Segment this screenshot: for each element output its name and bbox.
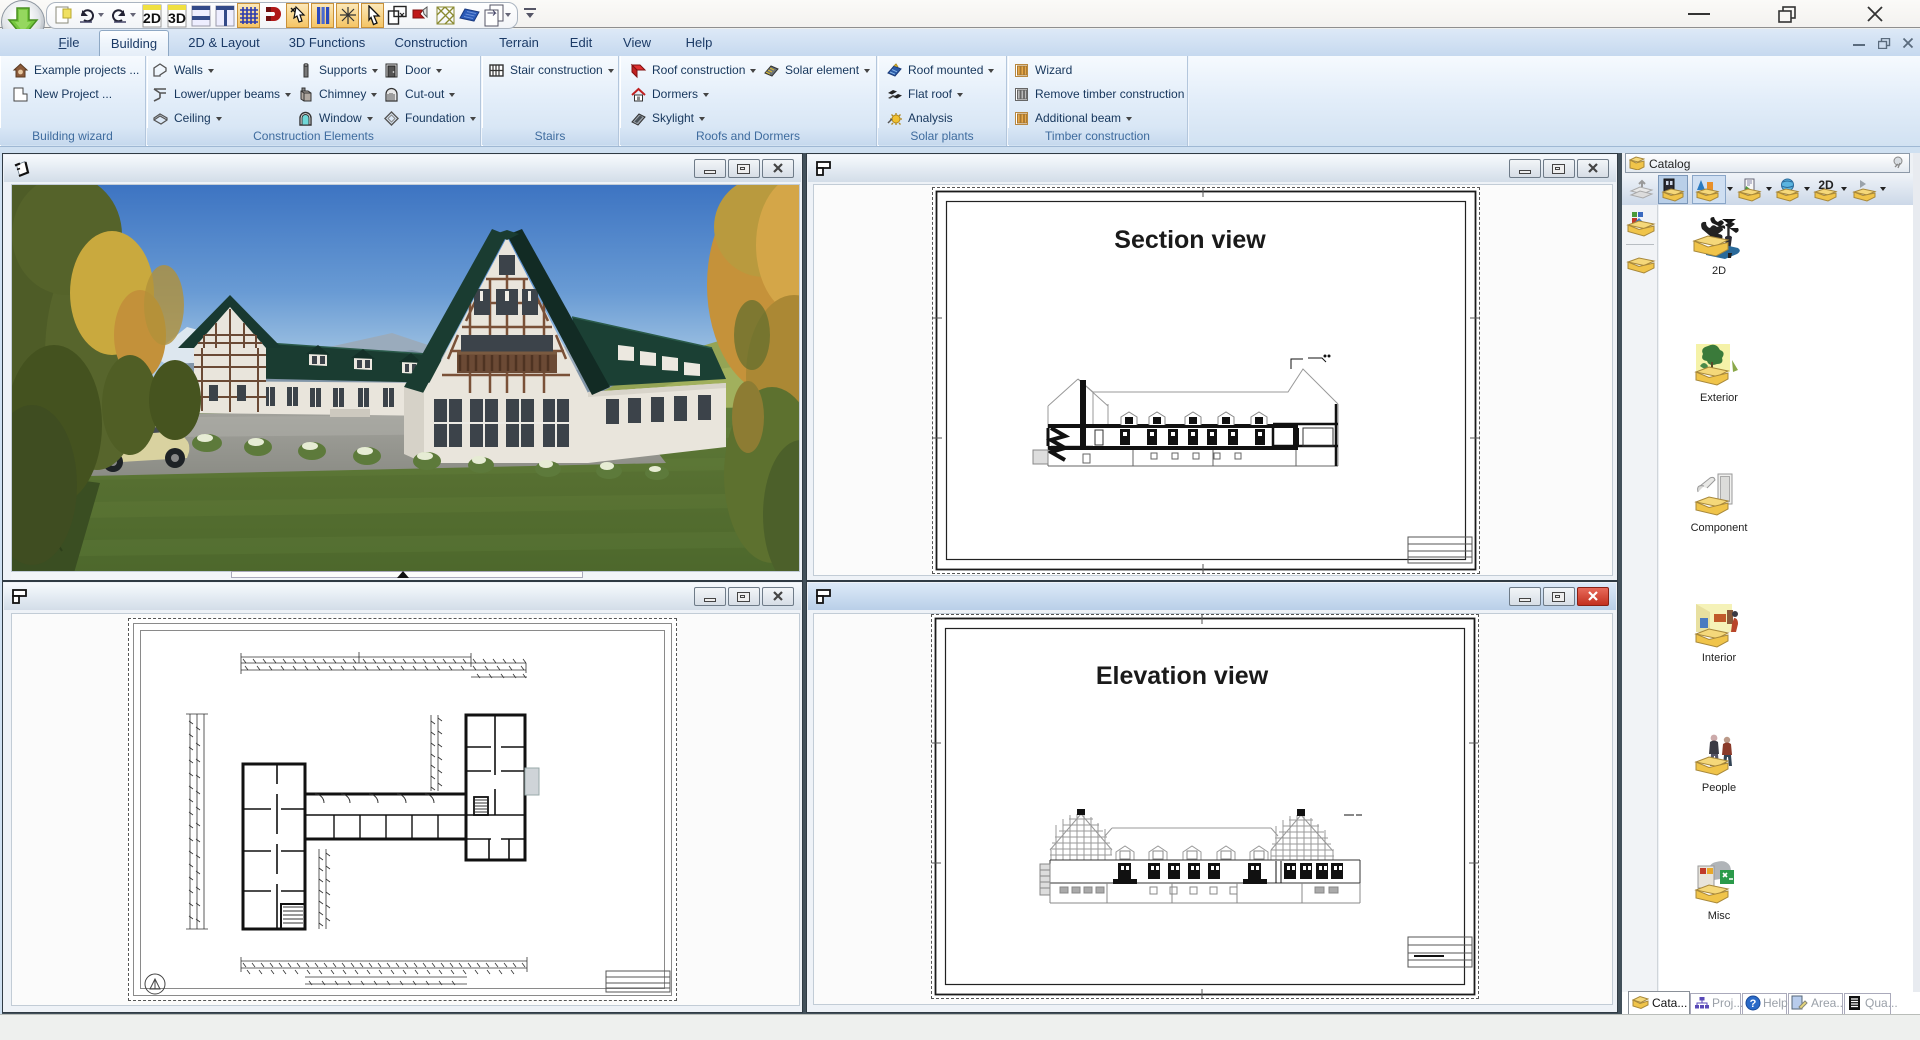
svg-text:Elevation view: Elevation view xyxy=(1096,662,1269,690)
svg-text:3D: 3D xyxy=(168,10,186,26)
svg-text:Section view: Section view xyxy=(1114,226,1266,254)
svg-text:?: ? xyxy=(1750,998,1757,1010)
svg-text:2D: 2D xyxy=(143,10,161,26)
